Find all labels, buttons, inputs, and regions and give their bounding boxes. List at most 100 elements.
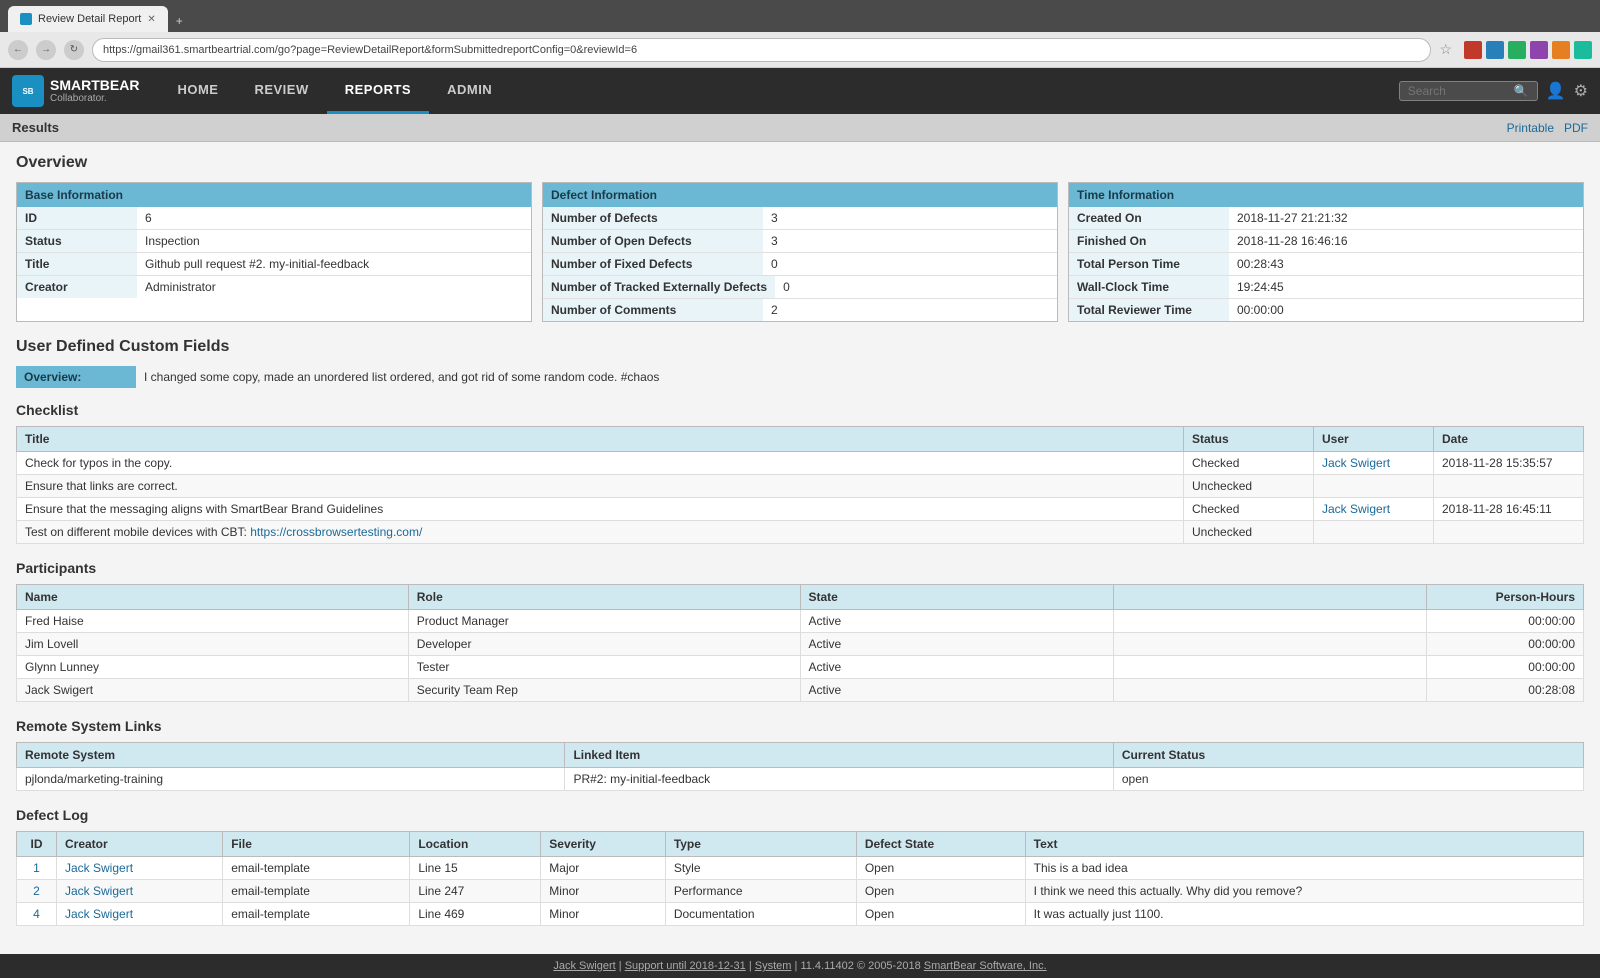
checklist-cell-title-2: Ensure that links are correct. [17, 475, 1184, 498]
checklist-row: Check for typos in the copy. Checked Jac… [17, 452, 1584, 475]
nav-item-reports[interactable]: REPORTS [327, 68, 429, 114]
new-tab-button[interactable]: + [168, 10, 191, 32]
defect-type-2: Performance [665, 880, 856, 903]
remote-linked-value: PR#2: my-initial-feedback [565, 768, 1113, 791]
nav-item-admin[interactable]: ADMIN [429, 68, 510, 114]
defect-info-card: Defect Information Number of Defects 3 N… [542, 182, 1058, 322]
base-info-row-status: Status Inspection [17, 230, 531, 253]
defect-value-2: 3 [763, 230, 1057, 252]
participant-role-2: Developer [408, 633, 800, 656]
footer-system-link[interactable]: System [755, 960, 792, 972]
checklist-col-title: Title [17, 427, 1184, 452]
defect-label-1: Number of Defects [543, 207, 763, 229]
time-value-1: 2018-11-27 21:21:32 [1229, 207, 1583, 229]
base-info-card: Base Information ID 6 Status Inspection … [16, 182, 532, 322]
participant-hours-1: 00:00:00 [1427, 610, 1584, 633]
footer-company-link[interactable]: SmartBear Software, Inc. [924, 960, 1047, 972]
participant-empty-3 [1113, 656, 1426, 679]
ext-icon-5 [1552, 41, 1570, 59]
defect-id-link-4[interactable]: 4 [33, 907, 40, 921]
defect-text-1: This is a bad idea [1025, 857, 1583, 880]
forward-button[interactable]: → [36, 40, 56, 60]
remote-system-title: Remote System Links [16, 718, 1584, 734]
footer-user[interactable]: Jack Swigert [553, 960, 615, 972]
participants-col-state: State [800, 585, 1113, 610]
user-link-1[interactable]: Jack Swigert [1322, 456, 1390, 470]
time-value-4: 19:24:45 [1229, 276, 1583, 298]
participant-name-1: Fred Haise [17, 610, 409, 633]
defect-row-1: Number of Defects 3 [543, 207, 1057, 230]
user-icon[interactable]: 👤 [1546, 81, 1566, 101]
defect-id-link-2[interactable]: 2 [33, 884, 40, 898]
nav-item-home[interactable]: HOME [159, 68, 236, 114]
bookmark-icon[interactable]: ☆ [1439, 41, 1452, 58]
tab-label: Review Detail Report [38, 13, 141, 25]
participants-table: Name Role State Person-Hours Fred Haise … [16, 584, 1584, 702]
settings-icon[interactable]: ⚙ [1574, 81, 1588, 101]
defect-col-file: File [223, 832, 410, 857]
participant-empty-2 [1113, 633, 1426, 656]
footer-support-link[interactable]: Support until 2018-12-31 [625, 960, 746, 972]
participant-empty-4 [1113, 679, 1426, 702]
back-button[interactable]: ← [8, 40, 28, 60]
defect-col-text: Text [1025, 832, 1583, 857]
defect-label-5: Number of Comments [543, 299, 763, 321]
url-bar[interactable] [92, 38, 1431, 62]
checklist-cell-status-2: Unchecked [1184, 475, 1314, 498]
base-info-value-title: Github pull request #2. my-initial-feedb… [137, 253, 531, 275]
pdf-link[interactable]: PDF [1564, 121, 1588, 135]
printable-link[interactable]: Printable [1507, 121, 1554, 135]
nav-item-review[interactable]: REVIEW [236, 68, 326, 114]
search-input[interactable] [1408, 84, 1508, 98]
logo-area: SB SMARTBEAR Collaborator. [12, 75, 139, 107]
participants-title: Participants [16, 560, 1584, 576]
defect-row-3: Number of Fixed Defects 0 [543, 253, 1057, 276]
defect-creator-link-4[interactable]: Jack Swigert [65, 907, 133, 921]
checklist-cell-date-4 [1434, 521, 1584, 544]
defect-creator-link-2[interactable]: Jack Swigert [65, 884, 133, 898]
defect-label-4: Number of Tracked Externally Defects [543, 276, 775, 298]
base-info-label-status: Status [17, 230, 137, 252]
defect-creator-link-1[interactable]: Jack Swigert [65, 861, 133, 875]
participant-role-3: Tester [408, 656, 800, 679]
defect-location-4: Line 469 [410, 903, 541, 926]
active-tab[interactable]: Review Detail Report ✕ [8, 6, 168, 32]
defect-row-5: Number of Comments 2 [543, 299, 1057, 321]
defect-creator-4: Jack Swigert [57, 903, 223, 926]
checklist-row: Ensure that links are correct. Unchecked [17, 475, 1584, 498]
refresh-button[interactable]: ↻ [64, 40, 84, 60]
overview-cards: Base Information ID 6 Status Inspection … [16, 182, 1584, 322]
participants-row: Glynn Lunney Tester Active 00:00:00 [17, 656, 1584, 679]
defect-creator-1: Jack Swigert [57, 857, 223, 880]
browser-nav: ← → ↻ ☆ [0, 32, 1600, 68]
tab-favicon [20, 13, 32, 25]
time-label-1: Created On [1069, 207, 1229, 229]
checklist-header-row: Title Status User Date [17, 427, 1584, 452]
checklist-cell-user-4 [1314, 521, 1434, 544]
defect-severity-1: Major [541, 857, 666, 880]
participant-empty-1 [1113, 610, 1426, 633]
search-box[interactable]: 🔍 [1399, 81, 1538, 101]
user-link-3[interactable]: Jack Swigert [1322, 502, 1390, 516]
time-row-5: Total Reviewer Time 00:00:00 [1069, 299, 1583, 321]
checklist-cell-date-1: 2018-11-28 15:35:57 [1434, 452, 1584, 475]
remote-row: pjlonda/marketing-training PR#2: my-init… [17, 768, 1584, 791]
checklist-cell-title-3: Ensure that the messaging aligns with Sm… [17, 498, 1184, 521]
defect-id-link-1[interactable]: 1 [33, 861, 40, 875]
search-icon: 🔍 [1514, 84, 1529, 98]
defect-location-2: Line 247 [410, 880, 541, 903]
time-label-2: Finished On [1069, 230, 1229, 252]
participant-state-2: Active [800, 633, 1113, 656]
checklist-cell-title-4: Test on different mobile devices with CB… [17, 521, 1184, 544]
participant-hours-4: 00:28:08 [1427, 679, 1584, 702]
defect-label-2: Number of Open Defects [543, 230, 763, 252]
overview-title: Overview [16, 154, 1584, 172]
defect-header-row: ID Creator File Location Severity Type D… [17, 832, 1584, 857]
tab-close-button[interactable]: ✕ [147, 14, 155, 25]
time-label-4: Wall-Clock Time [1069, 276, 1229, 298]
checklist-cell-title-1: Check for typos in the copy. [17, 452, 1184, 475]
cbt-link[interactable]: https://crossbrowsertesting.com/ [250, 525, 422, 539]
checklist-cell-user-1: Jack Swigert [1314, 452, 1434, 475]
browser-tabs: Review Detail Report ✕ + [0, 0, 1600, 32]
defect-id-4: 4 [17, 903, 57, 926]
